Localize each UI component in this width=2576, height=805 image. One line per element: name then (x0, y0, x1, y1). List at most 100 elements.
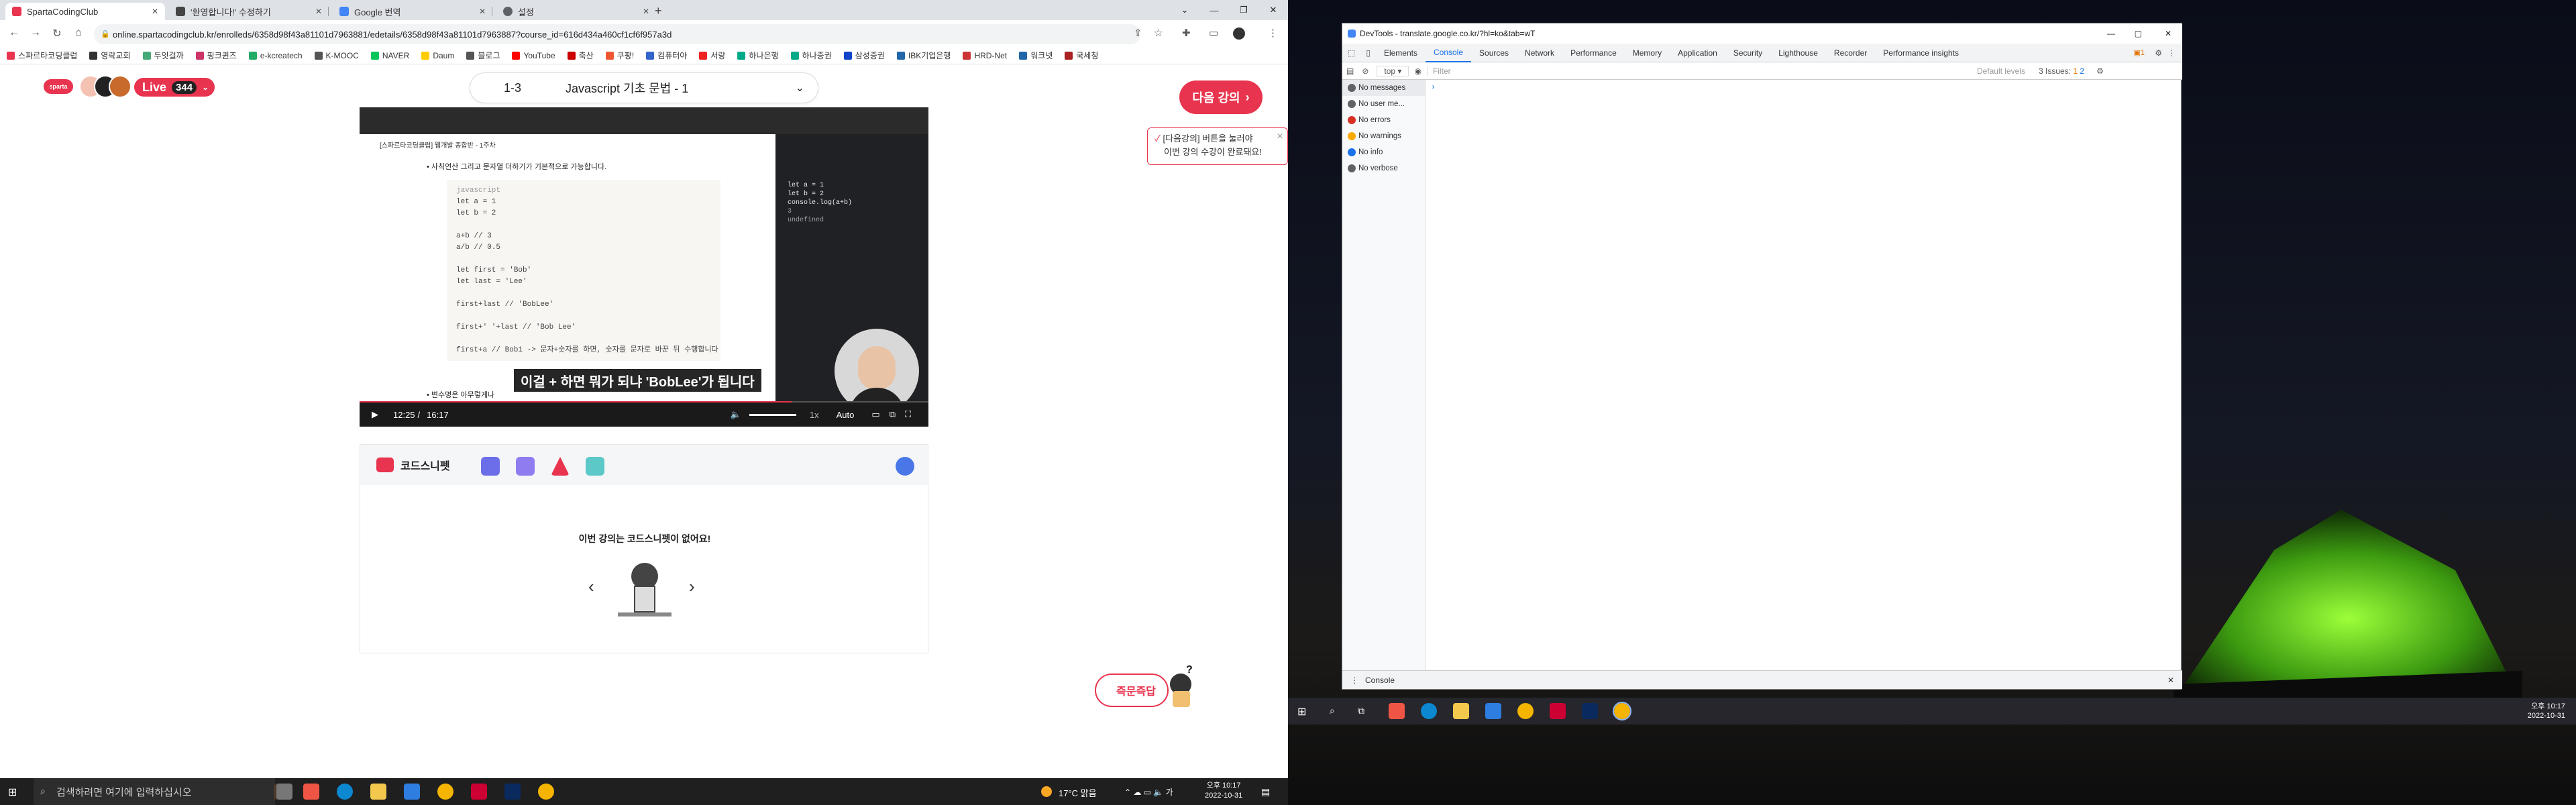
close-window-button[interactable]: ✕ (2165, 29, 2171, 38)
bookmark-item[interactable]: 컴퓨터아 (646, 50, 687, 61)
tab-google-translate[interactable]: Google 번역 ✕ (333, 3, 492, 20)
subtitles-icon[interactable]: ▭ (871, 409, 879, 420)
devtools-tab-memory[interactable]: Memory (1625, 44, 1670, 62)
close-icon[interactable]: ✕ (315, 7, 322, 16)
minimize-button[interactable]: — (2107, 29, 2115, 38)
close-icon[interactable]: ✕ (152, 7, 158, 16)
bookmark-item[interactable]: 쿠팡! (605, 50, 634, 61)
instant-qna-button[interactable]: 즉문즉답 (1095, 674, 1169, 707)
log-levels-dropdown[interactable]: Default levels (1977, 66, 2025, 76)
devtools-tab-sources[interactable]: Sources (1471, 44, 1517, 62)
pip-icon[interactable]: ⧉ (890, 409, 896, 420)
chrome-icon[interactable] (538, 784, 554, 800)
clock[interactable]: 오후 10:17 2022-10-31 (1205, 781, 1242, 801)
clock-right[interactable]: 오후 10:17 2022-10-31 (2528, 702, 2565, 720)
sidebar-toggle-icon[interactable]: ▤ (1342, 66, 1358, 76)
app-icon[interactable] (471, 784, 487, 800)
bookmark-item[interactable]: YouTube (512, 51, 555, 60)
address-bar[interactable]: 🔒 online.spartacodingclub.kr/enrolleds/6… (94, 24, 1140, 44)
gear-icon[interactable]: ⚙ (2155, 48, 2162, 58)
live-badge[interactable]: Live 344 ⌄ (134, 78, 215, 97)
console-output[interactable]: › (1426, 80, 2181, 670)
bookmark-item[interactable]: 핑크퀸즈 (195, 50, 237, 61)
issues-counter[interactable]: 3 Issues: 1 2 (2039, 66, 2084, 76)
mail-icon[interactable] (404, 784, 420, 800)
console-sidebar-item[interactable]: No user me... (1342, 96, 1425, 112)
next-lesson-button[interactable]: 다음 강의 › (1179, 80, 1263, 114)
console-sidebar-item[interactable]: No messages (1342, 80, 1425, 96)
eye-icon[interactable]: ◉ (1409, 66, 1426, 76)
clear-console-icon[interactable]: ⊘ (1358, 66, 1373, 76)
file-explorer-icon[interactable] (370, 784, 386, 800)
file-explorer-icon[interactable] (1453, 703, 1469, 719)
maximize-button[interactable]: ▢ (2135, 29, 2142, 38)
close-window-button[interactable]: ✕ (1258, 0, 1288, 20)
profile-avatar[interactable] (1233, 28, 1245, 40)
bookmark-item[interactable]: 영락교회 (89, 50, 131, 61)
sidebar-icon[interactable]: ▭ (1209, 27, 1218, 39)
home-icon[interactable]: ⌂ (68, 27, 89, 39)
bookmark-item[interactable]: 워크넷 (1019, 50, 1053, 61)
extensions-icon[interactable]: ✚ (1182, 27, 1191, 39)
chevron-right-icon[interactable]: › (689, 576, 695, 597)
video-player[interactable]: [스파르타코딩클럽] 웹개발 종합반 - 1주차 • 사칙연산 그리고 문자열 … (360, 107, 928, 427)
devtools-tab-lighthouse[interactable]: Lighthouse (1770, 44, 1826, 62)
chevron-left-icon[interactable]: ‹ (588, 576, 594, 597)
edge-icon[interactable] (1421, 703, 1437, 719)
bookmark-item[interactable]: 국세청 (1065, 50, 1098, 61)
snippet-tab-code[interactable]: 코드스니펫 (376, 457, 450, 473)
speed-button[interactable]: 1x (810, 410, 819, 420)
tab-search-icon[interactable]: ⌄ (1170, 0, 1199, 20)
close-icon[interactable]: ✕ (643, 7, 649, 16)
console-sidebar-item[interactable]: No verbose (1342, 160, 1425, 176)
devtools-tab-performance-insights[interactable]: Performance insights (1875, 44, 1967, 62)
taskbar-search[interactable]: ⌕ 검색하려면 여기에 입력하십시오 (34, 778, 275, 805)
devtools-tab-application[interactable]: Application (1670, 44, 1725, 62)
tab-settings[interactable]: 설정 ✕ (496, 3, 656, 20)
sparta-logo[interactable]: sparta (44, 79, 73, 94)
devtools-tab-network[interactable]: Network (1517, 44, 1562, 62)
inspect-element-icon[interactable]: ⬚ (1342, 48, 1360, 58)
minimize-button[interactable]: — (1199, 0, 1229, 20)
bookmark-item[interactable]: 스파르타코딩클럽 (7, 50, 77, 61)
lesson-selector[interactable]: 1-3 Javascript 기초 문법 - 1 ⌄ (470, 72, 818, 103)
tray-icons[interactable]: ⌃ ☁ ▭ 🔈 가 (1124, 786, 1173, 798)
close-icon[interactable]: ✕ (2167, 676, 2174, 685)
gear-icon[interactable]: ⚙ (2096, 66, 2104, 76)
mail-icon[interactable] (1485, 703, 1501, 719)
chrome-icon[interactable] (1613, 702, 1631, 720)
console-sidebar-item[interactable]: No errors (1342, 112, 1425, 128)
document-icon[interactable] (481, 457, 500, 476)
devtools-tab-performance[interactable]: Performance (1562, 44, 1625, 62)
devtools-tab-console[interactable]: Console (1425, 44, 1472, 62)
bookmark-item[interactable]: NAVER (370, 51, 409, 60)
app-icon[interactable] (1550, 703, 1566, 719)
app-icon[interactable] (303, 784, 319, 800)
edge-icon[interactable] (337, 784, 353, 800)
bookmark-item[interactable]: 블로그 (466, 50, 500, 61)
issues-badge-icon[interactable]: ▣1 (2133, 48, 2145, 57)
bookmark-item[interactable]: 두잇걸까 (142, 50, 184, 61)
devtools-tab-recorder[interactable]: Recorder (1826, 44, 1875, 62)
console-filter-input[interactable]: Filter (1426, 66, 1977, 76)
notifications-icon[interactable]: ▤ (1261, 786, 1270, 798)
forward-icon[interactable]: → (25, 27, 46, 39)
task-view-icon[interactable] (276, 784, 292, 800)
back-icon[interactable]: ← (4, 27, 24, 39)
menu-kebab-icon[interactable]: ⋮ (1350, 676, 1358, 685)
gear-icon[interactable] (896, 457, 914, 476)
app-icon[interactable] (1389, 703, 1405, 719)
warning-icon[interactable] (551, 457, 570, 476)
weather-text[interactable]: 17°C 맑음 (1059, 786, 1097, 799)
faq-icon[interactable] (586, 457, 604, 476)
play-icon[interactable]: ▶ (372, 409, 378, 420)
maximize-button[interactable]: ❐ (1229, 0, 1258, 20)
menu-kebab-icon[interactable]: ⋮ (1268, 27, 1278, 39)
photoshop-icon[interactable] (504, 784, 521, 800)
windows-start-icon[interactable]: ⊞ (8, 786, 17, 799)
share-icon[interactable]: ⇪ (1134, 27, 1142, 39)
quality-button[interactable]: Auto (837, 410, 855, 420)
close-icon[interactable]: ✕ (479, 7, 486, 16)
devtools-tab-elements[interactable]: Elements (1376, 44, 1426, 62)
drawer-tab-console[interactable]: Console (1365, 676, 1395, 685)
